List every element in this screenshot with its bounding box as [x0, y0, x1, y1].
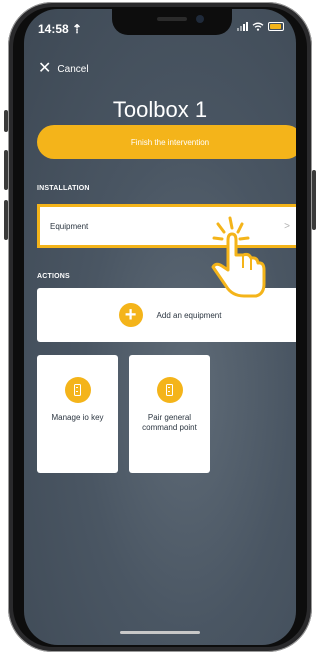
home-indicator [120, 631, 200, 634]
cancel-label: Cancel [57, 63, 89, 75]
chevron-right-icon: > [284, 220, 290, 232]
camera [196, 15, 204, 23]
add-equipment-label: Add an equipment [156, 310, 222, 320]
battery-icon [268, 22, 284, 31]
pair-command-point-tile[interactable]: Pair general command point [129, 355, 210, 473]
cancel-button[interactable]: ✕ Cancel [38, 61, 89, 77]
notch [112, 9, 232, 35]
close-icon: ✕ [38, 60, 52, 77]
equipment-label: Equipment [50, 221, 89, 231]
wifi-icon [252, 22, 264, 31]
speaker [157, 17, 187, 21]
status-time: 14:58 ⇡ [38, 22, 83, 36]
tap-hand-icon [211, 216, 266, 298]
status-icons [237, 22, 284, 31]
actions-section-label: ACTIONS [37, 273, 70, 280]
mute-switch [4, 110, 8, 132]
page-title: Toolbox 1 [112, 97, 208, 122]
tile-label: Manage io key [51, 413, 104, 422]
installation-section-label: INSTALLATION [37, 185, 90, 192]
remote-device-icon [64, 377, 91, 403]
app-screen: 14:58 ⇡ ✕ Cancel Toolbox 1 Finish the in… [24, 9, 296, 645]
volume-up-button [4, 150, 8, 190]
remote-device-icon [156, 377, 183, 403]
signal-icon [237, 22, 248, 31]
finish-intervention-button[interactable]: Finish the intervention [37, 125, 296, 159]
power-button [312, 170, 316, 230]
volume-down-button [4, 200, 8, 240]
plus-icon: + [118, 303, 143, 327]
manage-io-key-tile[interactable]: Manage io key [37, 355, 118, 473]
tile-label: Pair general command point [142, 413, 197, 432]
